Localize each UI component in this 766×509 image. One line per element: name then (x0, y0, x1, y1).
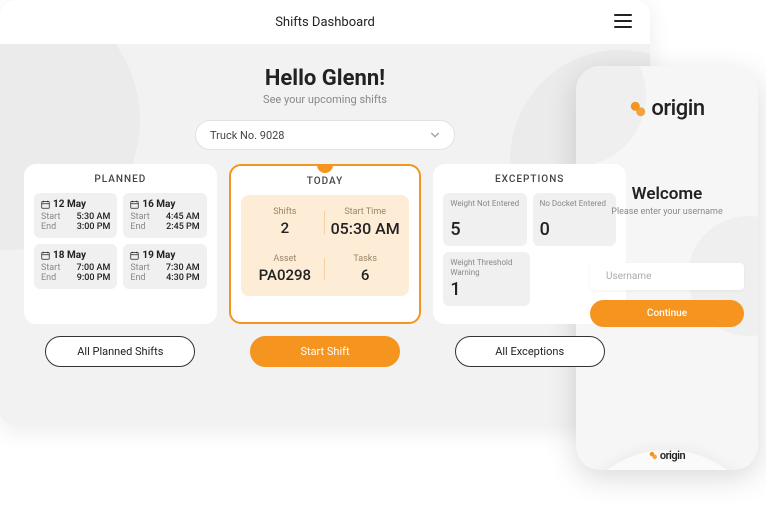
today-title: TODAY (241, 176, 410, 187)
calendar-icon (41, 200, 50, 209)
topbar: Shifts Dashboard (0, 0, 650, 44)
calendar-icon (130, 251, 139, 260)
planned-title: PLANNED (34, 174, 207, 185)
planned-shift-card[interactable]: 19 May Start7:30 AM End4:30 PM (123, 244, 206, 289)
truck-selector-dropdown[interactable]: Truck No. 9028 (195, 120, 455, 150)
chevron-down-icon (430, 130, 440, 140)
calendar-icon (41, 251, 50, 260)
dashboard-columns: PLANNED 12 May Start5:30 AM End3:00 PM 1… (0, 150, 650, 367)
continue-button[interactable]: Continue (590, 300, 744, 327)
desktop-app-window: Shifts Dashboard Hello Glenn! See your u… (0, 0, 650, 425)
page-title: Shifts Dashboard (275, 15, 375, 30)
exception-card[interactable]: Weight Threshold Warning 1 (443, 252, 529, 306)
brand-logo: origin (590, 96, 744, 122)
all-planned-shifts-button[interactable]: All Planned Shifts (45, 336, 195, 367)
username-field-wrapper[interactable] (590, 263, 744, 290)
mobile-app-window: origin Welcome Please enter your usernam… (576, 66, 758, 470)
origin-logo-icon (629, 100, 647, 118)
exception-card[interactable]: Weight Not Entered 5 (443, 193, 526, 246)
planned-shift-card[interactable]: 18 May Start7:00 AM End9:00 PM (34, 244, 117, 289)
footer-brand-logo: origin (649, 449, 685, 462)
today-panel: TODAY Shifts 2 Start Time 05:30 AM Asset… (229, 164, 422, 324)
planned-column: PLANNED 12 May Start5:30 AM End3:00 PM 1… (24, 164, 217, 367)
today-metric: Asset PA0298 (245, 250, 325, 288)
today-metric: Start Time 05:30 AM (325, 203, 405, 242)
planned-shift-card[interactable]: 16 May Start4:45 AM End2:45 PM (123, 193, 206, 238)
planned-shift-card[interactable]: 12 May Start5:30 AM End3:00 PM (34, 193, 117, 238)
today-column: TODAY Shifts 2 Start Time 05:30 AM Asset… (229, 164, 422, 367)
hamburger-menu-icon[interactable] (614, 14, 632, 28)
truck-selector-value: Truck No. 9028 (210, 129, 285, 142)
welcome-subtitle: Please enter your username (590, 207, 744, 217)
today-indicator-icon (317, 165, 333, 173)
hero-section: Hello Glenn! See your upcoming shifts (0, 66, 650, 106)
origin-logo-icon (649, 451, 658, 460)
calendar-icon (130, 200, 139, 209)
brand-name: origin (651, 96, 704, 121)
welcome-heading: Welcome (590, 184, 744, 204)
today-metric: Tasks 6 (325, 250, 405, 288)
greeting-subtitle: See your upcoming shifts (0, 93, 650, 106)
username-input[interactable] (606, 271, 739, 282)
today-metric: Shifts 2 (245, 203, 325, 242)
start-shift-button[interactable]: Start Shift (250, 336, 400, 367)
greeting-heading: Hello Glenn! (0, 66, 650, 91)
planned-panel: PLANNED 12 May Start5:30 AM End3:00 PM 1… (24, 164, 217, 324)
welcome-section: Welcome Please enter your username (590, 184, 744, 217)
